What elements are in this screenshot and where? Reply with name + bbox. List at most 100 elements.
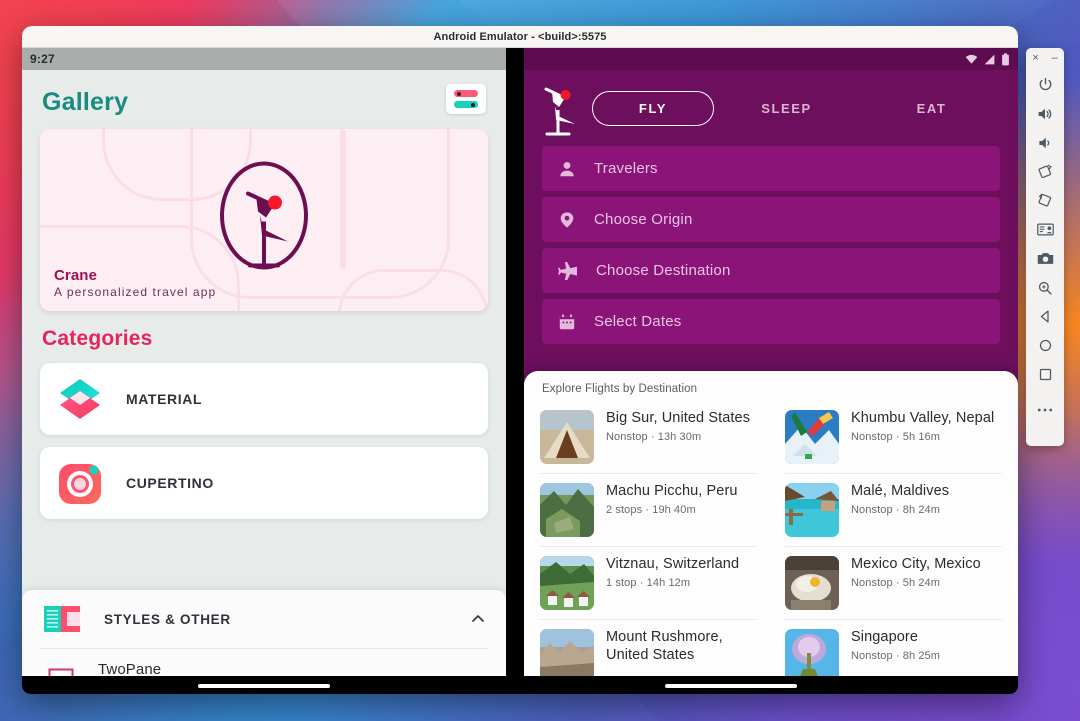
field-choose-origin[interactable]: Choose Origin: [542, 197, 1000, 242]
destination-meta: Nonstop · 8h 24m: [851, 503, 941, 516]
crane-bird-white-icon: [544, 87, 575, 136]
hero-card-subtitle: A personalized travel app: [54, 285, 217, 299]
hero-deco-line: [340, 129, 346, 269]
category-card-cupertino[interactable]: CUPERTINO: [40, 447, 488, 519]
status-clock: 9:27: [30, 52, 55, 66]
crane-tab-bar: FLY SLEEP EAT: [588, 90, 1004, 126]
slider-bar-pink: [454, 90, 478, 97]
gesture-bar-right[interactable]: [665, 684, 798, 688]
wifi-icon: [965, 54, 978, 64]
signal-icon: [984, 54, 995, 64]
destination-name: Malé, Maldives: [851, 483, 950, 499]
category-label: MATERIAL: [126, 391, 203, 407]
tab-sleep[interactable]: SLEEP: [714, 92, 859, 125]
list-item[interactable]: Vitznau, Switzerland 1 stop · 14h 12m: [540, 547, 757, 620]
prayer-flags-mountain-thumb: [785, 410, 839, 464]
airplane-icon: [558, 261, 577, 280]
crane-top-bar: FLY SLEEP EAT: [524, 70, 1018, 136]
status-bar-left: 9:27: [22, 48, 506, 70]
camera-icon[interactable]: [1026, 244, 1064, 273]
material-diamonds-icon: [60, 379, 100, 419]
slider-bar-teal: [454, 101, 478, 108]
list-item[interactable]: Machu Picchu, Peru 2 stops · 19h 40m: [540, 474, 757, 547]
hero-card-title: Crane: [54, 267, 98, 284]
battery-icon: [1002, 52, 1009, 65]
zoom-icon[interactable]: [1026, 273, 1064, 302]
minimize-icon[interactable]: –: [1052, 52, 1058, 64]
more-icon[interactable]: [1026, 395, 1064, 424]
home-icon[interactable]: [1026, 331, 1064, 360]
destination-name: Mexico City, Mexico: [851, 556, 981, 572]
rotate-left-icon[interactable]: [1026, 157, 1064, 186]
destination-name: Singapore: [851, 629, 919, 645]
destination-name: Big Sur, United States: [606, 410, 751, 426]
tent-desert-thumb: [540, 410, 594, 464]
machu-picchu-thumb: [540, 483, 594, 537]
emulator-screen: 9:27 Gallery Crane A personalized travel…: [22, 48, 1018, 694]
crane-hero-card[interactable]: Crane A personalized travel app: [40, 129, 488, 311]
status-bar-right: [524, 48, 1018, 70]
cupertino-camera-icon: [59, 464, 101, 504]
gallery-header: Gallery: [22, 70, 506, 119]
mexican-food-thumb: [785, 556, 839, 610]
styles-group-header[interactable]: STYLES & OTHER: [22, 590, 506, 648]
sliders-icon[interactable]: [446, 84, 486, 114]
overview-icon[interactable]: [1026, 360, 1064, 389]
hero-card-text: Crane A personalized travel app: [54, 267, 216, 299]
destination-grid: Big Sur, United States Nonstop · 13h 30m: [540, 401, 1002, 693]
person-icon: [560, 161, 574, 176]
field-select-dates[interactable]: Select Dates: [542, 299, 1000, 344]
field-travelers[interactable]: Travelers: [542, 146, 1000, 191]
virtual-sensors-icon[interactable]: [1026, 215, 1064, 244]
calendar-icon: [559, 313, 575, 329]
field-label: Travelers: [594, 160, 658, 177]
destination-name: Machu Picchu, Peru: [606, 483, 738, 499]
tab-fly[interactable]: FLY: [592, 90, 714, 126]
destination-meta: Nonstop · 5h 24m: [851, 576, 941, 589]
destination-meta: 1 stop · 14h 12m: [606, 576, 691, 589]
device-hinge-gutter: [506, 48, 524, 694]
nav-strip-left: [22, 676, 506, 694]
destination-name: Vitznau, Switzerland: [606, 556, 740, 572]
tab-eat[interactable]: EAT: [859, 92, 1004, 125]
destination-name: Mount Rushmore, United States: [606, 629, 723, 663]
chevron-up-icon[interactable]: [470, 611, 486, 627]
swiss-village-thumb: [540, 556, 594, 610]
crane-app-content: FLY SLEEP EAT Travelers Choose Origin Ch…: [524, 70, 1018, 694]
android-emulator-window: Android Emulator - <build>:5575 9:27 Gal…: [22, 26, 1018, 694]
hero-deco-rounded-rect: [338, 269, 488, 311]
styles-blocks-icon: [44, 606, 80, 632]
destination-meta: 2 stops · 19h 40m: [606, 503, 696, 516]
category-card-material[interactable]: MATERIAL: [40, 363, 488, 435]
explore-section-title: Explore Flights by Destination: [542, 383, 698, 395]
crane-app-pane: FLY SLEEP EAT Travelers Choose Origin Ch…: [524, 48, 1018, 694]
field-label: Select Dates: [594, 313, 682, 330]
supertree-thumb: [785, 629, 839, 683]
mount-rushmore-thumb: [540, 629, 594, 683]
overwater-bungalow-thumb: [785, 483, 839, 537]
destination-name: Khumbu Valley, Nepal: [851, 410, 995, 426]
gallery-content: Gallery Crane A personalized travel app …: [22, 70, 506, 694]
category-label: CUPERTINO: [126, 475, 214, 491]
field-label: Choose Origin: [594, 211, 693, 228]
back-icon[interactable]: [1026, 302, 1064, 331]
volume-up-icon[interactable]: [1026, 99, 1064, 128]
field-label: Choose Destination: [596, 262, 731, 279]
destination-meta: Nonstop · 8h 25m: [851, 649, 941, 662]
field-choose-destination[interactable]: Choose Destination: [542, 248, 1000, 293]
destination-meta: Nonstop · 13h 30m: [606, 430, 702, 443]
gesture-bar-left[interactable]: [198, 684, 330, 688]
emulator-title-bar[interactable]: Android Emulator - <build>:5575: [22, 26, 1018, 48]
list-item[interactable]: Malé, Maldives Nonstop · 8h 24m: [785, 474, 1002, 547]
list-item[interactable]: Big Sur, United States Nonstop · 13h 30m: [540, 401, 757, 474]
location-pin-icon: [560, 211, 574, 228]
list-item[interactable]: Mexico City, Mexico Nonstop · 5h 24m: [785, 547, 1002, 620]
list-item[interactable]: Khumbu Valley, Nepal Nonstop · 5h 16m: [785, 401, 1002, 474]
volume-down-icon[interactable]: [1026, 128, 1064, 157]
styles-group-label: STYLES & OTHER: [104, 611, 231, 627]
emulator-window-controls: × –: [1026, 48, 1064, 68]
close-icon[interactable]: ×: [1032, 52, 1038, 64]
gallery-pane: 9:27 Gallery Crane A personalized travel…: [22, 48, 506, 694]
power-icon[interactable]: [1026, 70, 1064, 99]
rotate-right-icon[interactable]: [1026, 186, 1064, 215]
